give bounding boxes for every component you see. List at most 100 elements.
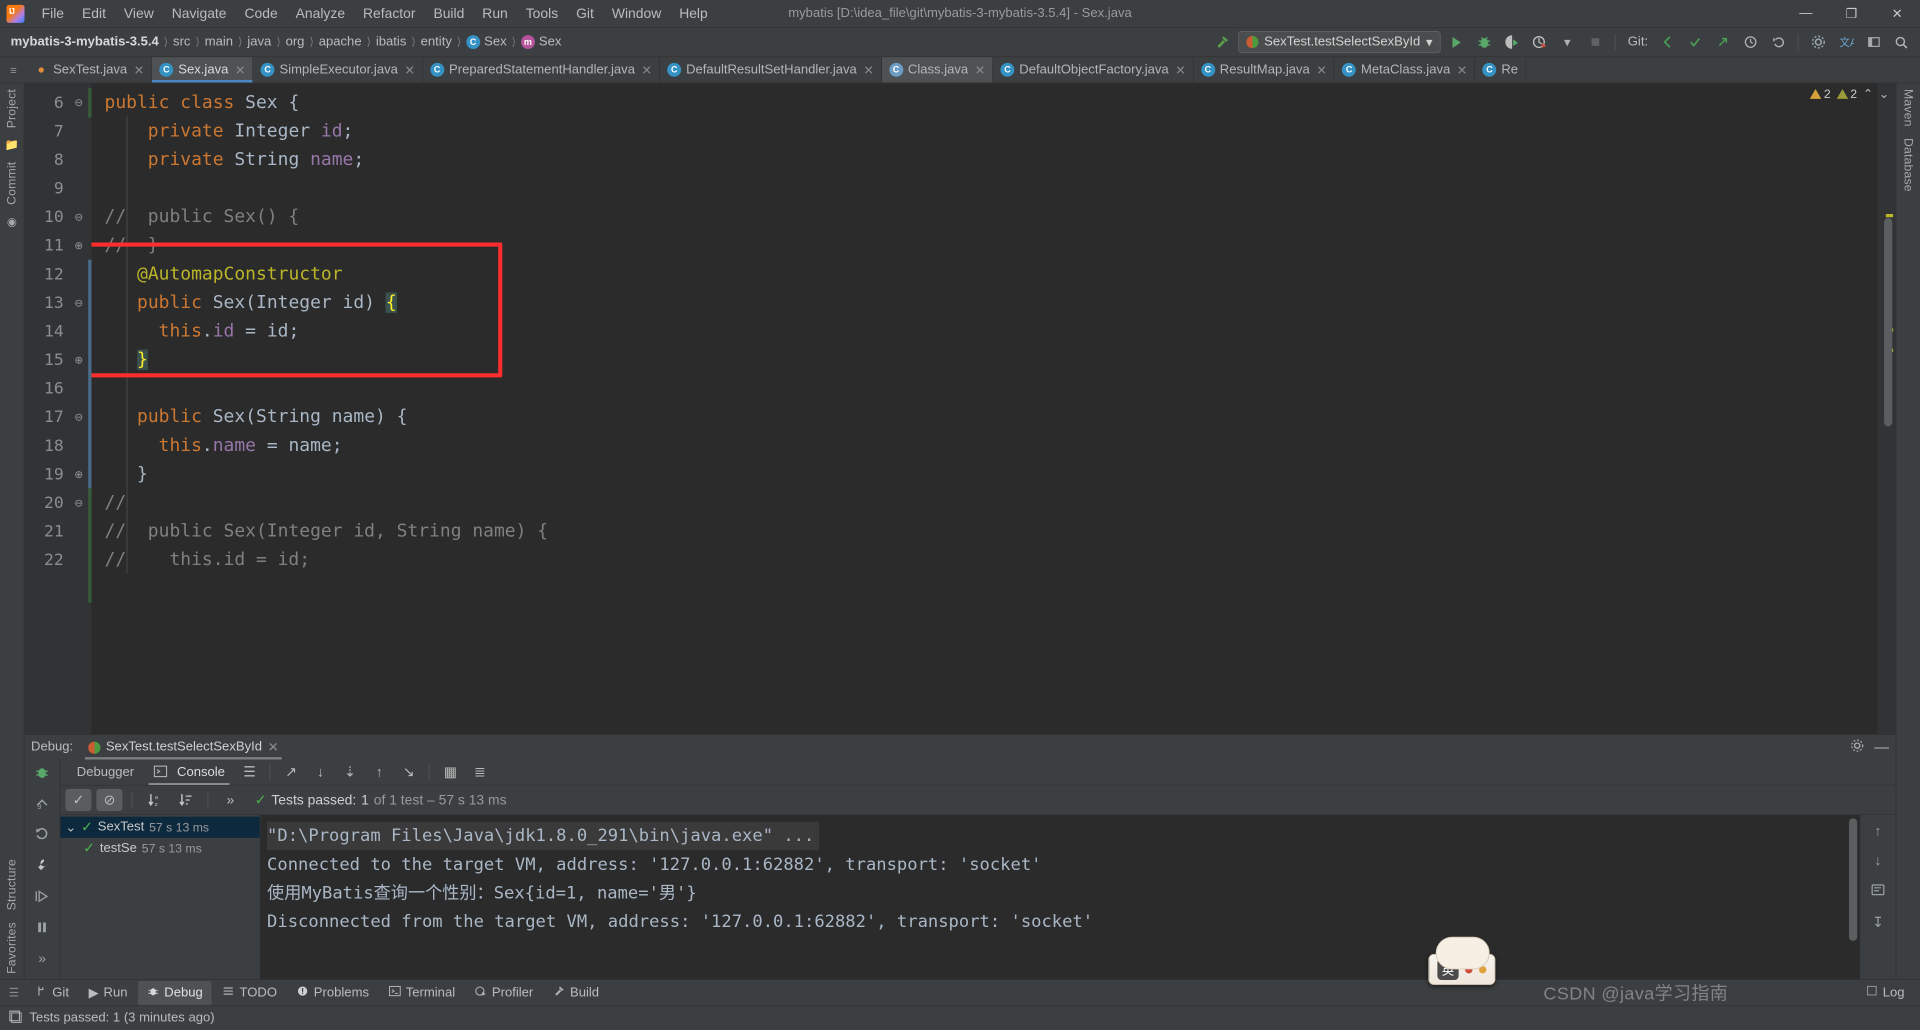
breadcrumb-ibatis[interactable]: ibatis	[372, 33, 411, 51]
code-editor[interactable]: 6 7 8 9 10 11 12 13 14 15 16 17 18 19 20…	[24, 83, 1896, 735]
hide-tool-window-icon[interactable]: —	[1874, 739, 1889, 756]
tool-button-git[interactable]: Git	[26, 980, 78, 1005]
editor-tab-resultmap[interactable]: C ResultMap.java ✕	[1194, 57, 1335, 83]
bug-icon[interactable]	[34, 764, 50, 784]
warning-count[interactable]: 2	[1809, 87, 1831, 101]
tool-button-run[interactable]: ▶ Run	[80, 980, 137, 1005]
fold-marker[interactable]: ⊕	[73, 231, 85, 260]
close-icon[interactable]: ✕	[1175, 62, 1185, 77]
breadcrumb-apache[interactable]: apache	[315, 33, 366, 51]
menu-help[interactable]: Help	[670, 2, 717, 25]
run-button[interactable]	[1444, 31, 1469, 54]
search-icon[interactable]	[1889, 31, 1914, 54]
console-output[interactable]: "D:\Program Files\Java\jdk1.8.0_291\bin\…	[260, 815, 1860, 980]
minimize-button[interactable]: —	[1783, 0, 1829, 27]
git-update-icon[interactable]	[1655, 31, 1680, 54]
stop-button[interactable]	[1583, 31, 1608, 54]
restart-icon[interactable]	[34, 827, 50, 847]
menu-edit[interactable]: Edit	[73, 2, 115, 25]
editor-tab-sextest[interactable]: ● SexTest.java ✕	[27, 57, 153, 83]
tool-button-terminal[interactable]: Terminal	[380, 980, 465, 1005]
menu-git[interactable]: Git	[567, 2, 603, 25]
run-to-cursor-icon[interactable]: ↘	[396, 761, 422, 783]
tool-window-grip-icon[interactable]: ☰	[3, 986, 24, 1000]
commit-icon[interactable]: ◉	[7, 211, 17, 233]
chevron-down-icon[interactable]: ⌄	[65, 819, 76, 835]
close-icon[interactable]: ✕	[134, 62, 144, 77]
fold-marker[interactable]: ⊕	[73, 345, 85, 374]
next-problem-icon[interactable]: ⌄	[1879, 87, 1889, 101]
pause-icon[interactable]	[34, 920, 50, 940]
close-icon[interactable]: ✕	[235, 62, 245, 77]
fold-marker[interactable]: ⊕	[73, 460, 85, 489]
editor-tab-preparedstatementhandler[interactable]: C PreparedStatementHandler.java ✕	[423, 57, 660, 83]
test-tree-row-testselect[interactable]: ✓ testSe 57 s 13 ms	[60, 838, 259, 859]
profile-dropdown-icon[interactable]: ▾	[1555, 31, 1580, 54]
editor-scrollbar-thumb[interactable]	[1884, 218, 1893, 427]
layout-settings-icon[interactable]: ☰	[236, 761, 262, 783]
editor-tab-defaultresultsethandler[interactable]: C DefaultResultSetHandler.java ✕	[660, 57, 882, 83]
tool-button-debug[interactable]: Debug	[138, 980, 212, 1005]
close-icon[interactable]: ✕	[642, 62, 652, 77]
more-actions-icon[interactable]: »	[217, 789, 243, 811]
console-scrollbar-thumb[interactable]	[1849, 818, 1858, 941]
soft-wrap-icon[interactable]	[1870, 882, 1886, 902]
debug-button[interactable]	[1472, 31, 1497, 54]
fold-marker[interactable]: ⊖	[73, 203, 85, 232]
breadcrumb-main[interactable]: main	[201, 33, 237, 51]
close-icon[interactable]: ✕	[863, 62, 873, 77]
menu-window[interactable]: Window	[603, 2, 670, 25]
run-configuration-selector[interactable]: SexTest.testSelectSexById ▾	[1238, 31, 1441, 54]
maximize-button[interactable]: ❐	[1829, 0, 1875, 27]
sidebar-item-project[interactable]: Project	[5, 83, 19, 134]
ime-language-bar[interactable]: 英	[1428, 936, 1496, 985]
git-commit-icon[interactable]	[1682, 31, 1707, 54]
tab-debugger[interactable]: Debugger	[69, 761, 143, 784]
tool-button-problems[interactable]: Problems	[288, 980, 378, 1005]
more-options-icon[interactable]: »	[38, 951, 46, 967]
editor-tab-simpleexecutor[interactable]: C SimpleExecutor.java ✕	[253, 57, 423, 83]
settings-gear-icon[interactable]	[1806, 31, 1831, 54]
evaluate-expression-icon[interactable]: ▦	[437, 761, 463, 783]
breadcrumb-entity[interactable]: entity	[417, 33, 456, 51]
menu-file[interactable]: File	[33, 2, 73, 25]
scroll-up-icon[interactable]: ↑	[1875, 823, 1882, 839]
fold-marker[interactable]: ⊖	[73, 488, 85, 517]
translate-icon[interactable]: 文A	[1833, 31, 1858, 54]
step-into-icon[interactable]: ↓	[307, 761, 333, 783]
sidebar-item-database[interactable]: Database	[1901, 132, 1915, 197]
step-out-icon[interactable]: ↑	[366, 761, 392, 783]
show-passed-toggle[interactable]: ✓	[65, 788, 92, 811]
tool-button-build[interactable]: Build	[544, 980, 608, 1005]
folder-icon[interactable]: 📁	[5, 134, 19, 156]
menu-view[interactable]: View	[115, 2, 163, 25]
resume-program-icon[interactable]	[34, 889, 50, 909]
sidebar-item-structure[interactable]: Structure	[5, 853, 19, 916]
breadcrumb-src[interactable]: src	[169, 33, 195, 51]
fold-marker[interactable]: ⊖	[73, 88, 85, 117]
force-step-into-icon[interactable]: ⇣	[337, 761, 363, 783]
close-icon[interactable]: ✕	[1316, 62, 1326, 77]
editor-tab-defaultobjectfactory[interactable]: C DefaultObjectFactory.java ✕	[993, 57, 1194, 83]
breadcrumb-project[interactable]: mybatis-3-mybatis-3.5.4	[7, 33, 163, 51]
tool-button-log[interactable]: Log	[1857, 981, 1913, 1005]
step-over-icon[interactable]: ↗	[278, 761, 304, 783]
code-text-area[interactable]: public class Sex { private Integer id; p…	[91, 83, 1877, 734]
sort-by-duration-icon[interactable]	[172, 789, 198, 811]
breadcrumb-method-sex[interactable]: m Sex	[517, 33, 566, 51]
sidebar-item-commit[interactable]: Commit	[5, 156, 19, 211]
weak-warning-count[interactable]: 2	[1836, 87, 1857, 101]
menu-analyze[interactable]: Analyze	[287, 2, 354, 25]
fold-marker[interactable]: ⊖	[73, 288, 85, 317]
editor-gutter[interactable]: 6 7 8 9 10 11 12 13 14 15 16 17 18 19 20…	[24, 83, 92, 735]
editor-tab-sex[interactable]: C Sex.java ✕	[152, 57, 254, 83]
close-icon[interactable]: ✕	[1457, 62, 1467, 77]
breadcrumb-class-sex[interactable]: C Sex	[462, 33, 511, 51]
close-icon[interactable]: ✕	[404, 62, 414, 77]
menu-tools[interactable]: Tools	[517, 2, 567, 25]
threads-view-icon[interactable]: ≣	[467, 761, 493, 783]
sidebar-item-maven[interactable]: Maven	[1901, 83, 1915, 132]
menu-build[interactable]: Build	[424, 2, 473, 25]
test-tree-row-sextest[interactable]: ⌄ ✓ SexTest 57 s 13 ms	[60, 816, 260, 838]
settings-wrench-icon[interactable]	[34, 858, 50, 878]
